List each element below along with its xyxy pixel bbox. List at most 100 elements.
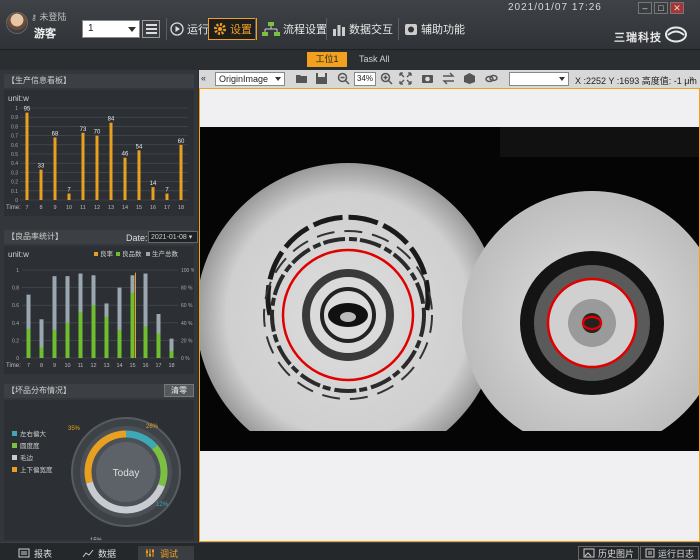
image-canvas[interactable] [199, 88, 700, 542]
user-name: 游客 [34, 28, 56, 40]
list-icon [145, 24, 157, 26]
image-source-select[interactable]: OriginImage [215, 72, 285, 86]
collapse-left-icon[interactable]: « [201, 73, 206, 83]
avatar[interactable] [6, 12, 28, 34]
fit-screen-icon[interactable] [399, 72, 412, 85]
tab-task-all-label: Task All [359, 54, 390, 64]
legend-swatch [116, 252, 120, 256]
x-tick-label: 18 [178, 205, 184, 211]
bar [81, 132, 85, 200]
collapse-right-icon[interactable]: » [689, 73, 694, 83]
x-tick-label: 10 [64, 363, 70, 369]
zoom-level[interactable]: 34% [354, 72, 376, 86]
overlay-select[interactable] [509, 72, 569, 86]
data-tab[interactable]: 数据 [82, 546, 116, 560]
minimize-button[interactable]: – [638, 2, 652, 14]
defect-panel: Today 26% 12% 15% 35% 左右偏大圆度度毛边上下偏宽度 [4, 400, 194, 540]
link-icon[interactable] [485, 72, 498, 85]
settings-button[interactable]: 设置 [208, 18, 257, 40]
report-label: 报表 [34, 548, 53, 559]
station-select-value: 1 [88, 23, 94, 34]
x-tick-label: 7 [27, 363, 30, 369]
flow-settings-button[interactable]: 流程设置 [262, 18, 327, 40]
history-images-button[interactable]: 历史图片 [578, 546, 640, 560]
data-label: 84 [108, 117, 115, 123]
run-button[interactable]: 运行 [170, 18, 209, 40]
y2-tick-label: 80 % [181, 286, 193, 292]
close-icon: ✕ [673, 3, 681, 13]
open-folder-icon[interactable] [295, 72, 308, 85]
data-label: 33 [38, 164, 45, 170]
3d-view-icon[interactable] [463, 72, 476, 85]
bar [137, 150, 141, 200]
y-tick-label: 0 [15, 198, 18, 204]
percent-label: 15% [90, 538, 103, 540]
bar-good [169, 350, 174, 358]
quality-panel-header: 【良品率统计】 Date: 2021-01-08 ▾ [4, 230, 198, 244]
save-icon[interactable] [315, 72, 328, 85]
user-status-text: 未登陆 [39, 12, 67, 22]
report-icon [18, 548, 30, 558]
donut-center-label: Today [113, 468, 140, 479]
x-tick-label: 7 [25, 205, 28, 211]
swap-icon[interactable] [442, 72, 455, 85]
divider [326, 18, 327, 40]
y-axis-unit: unit:w [8, 250, 29, 259]
y2-tick-label: 20 % [181, 338, 193, 344]
brand-name: 三瑞科技 [614, 32, 662, 44]
data-label: 数据 [98, 548, 117, 559]
list-view-button[interactable] [142, 20, 160, 38]
bar-good [78, 312, 83, 358]
bottom-bar: 报表 数据 调试 历史图片 运行日志 [0, 542, 700, 560]
clear-button[interactable]: 清零 [164, 384, 194, 397]
y-tick-label: 0.9 [11, 115, 18, 121]
run-log-button[interactable]: 运行日志 [640, 546, 700, 560]
divider [166, 18, 167, 40]
left-panel: 【生产信息看板】 unit:w 0 0.1 0.2 0.3 0.4 0.5 0.6 0.7 0.8… [0, 70, 198, 542]
user-box[interactable]: ⚷ 未登陆 游客 [4, 8, 68, 44]
top-bar: ⚷ 未登陆 游客 1 运行 设置 流程设置 数据交互 辅助功能 2021/01/… [0, 0, 700, 50]
legend-label: 良品数 [122, 249, 142, 258]
bar-good [65, 322, 70, 358]
percent-label: 26% [146, 424, 159, 430]
user-icon: ⚷ [31, 13, 37, 22]
y-tick-label: 1 [15, 106, 18, 112]
quality-chart: unit:w 良率 良品数 生产总数 0 0 % 0.2 20 % 0.4 40 % 0.6 60 %… [6, 249, 194, 369]
maximize-button[interactable]: □ [654, 2, 668, 14]
tab-station-1-label: 工位1 [315, 54, 339, 64]
chevron-down-icon [128, 27, 136, 32]
y-tick-label: 0.6 [11, 143, 18, 149]
y-tick-label: 0.4 [11, 161, 18, 167]
data-exchange-button[interactable]: 数据交互 [332, 18, 393, 40]
user-status: ⚷ 未登陆 [31, 10, 66, 23]
bar-good [143, 326, 148, 358]
report-tab[interactable]: 报表 [18, 546, 52, 560]
camera-icon[interactable] [421, 72, 434, 85]
zoom-out-icon[interactable] [337, 72, 350, 85]
date-select[interactable]: 2021-01-08 ▾ [148, 231, 198, 243]
y2-tick-label: 0 % [181, 356, 190, 362]
bar-good [26, 328, 31, 358]
y-tick-label: 0.1 [11, 189, 18, 195]
settings-label: 设置 [230, 24, 252, 36]
close-button[interactable]: ✕ [670, 2, 684, 14]
x-tick-label: 16 [150, 205, 156, 211]
station-select[interactable]: 1 [82, 20, 140, 38]
x-tick-label: 14 [116, 363, 122, 369]
x-tick-label: 13 [103, 363, 109, 369]
data-label: 73 [80, 127, 87, 133]
run-log-label: 运行日志 [658, 548, 695, 559]
debug-tab[interactable]: 调试 [138, 546, 194, 560]
bar-good [156, 333, 161, 358]
legend-swatch [12, 455, 17, 460]
x-tick-label: 14 [122, 205, 128, 211]
aux-functions-button[interactable]: 辅助功能 [404, 18, 465, 40]
tab-task-all[interactable]: Task All [359, 52, 390, 67]
tab-station-1[interactable]: 工位1 [307, 52, 347, 67]
image-icon [583, 548, 595, 558]
legend-swatch [146, 252, 150, 256]
zoom-in-icon[interactable] [380, 72, 393, 85]
data-label: 46 [122, 152, 129, 158]
x-tick-label: 12 [90, 363, 96, 369]
bar [53, 137, 57, 200]
